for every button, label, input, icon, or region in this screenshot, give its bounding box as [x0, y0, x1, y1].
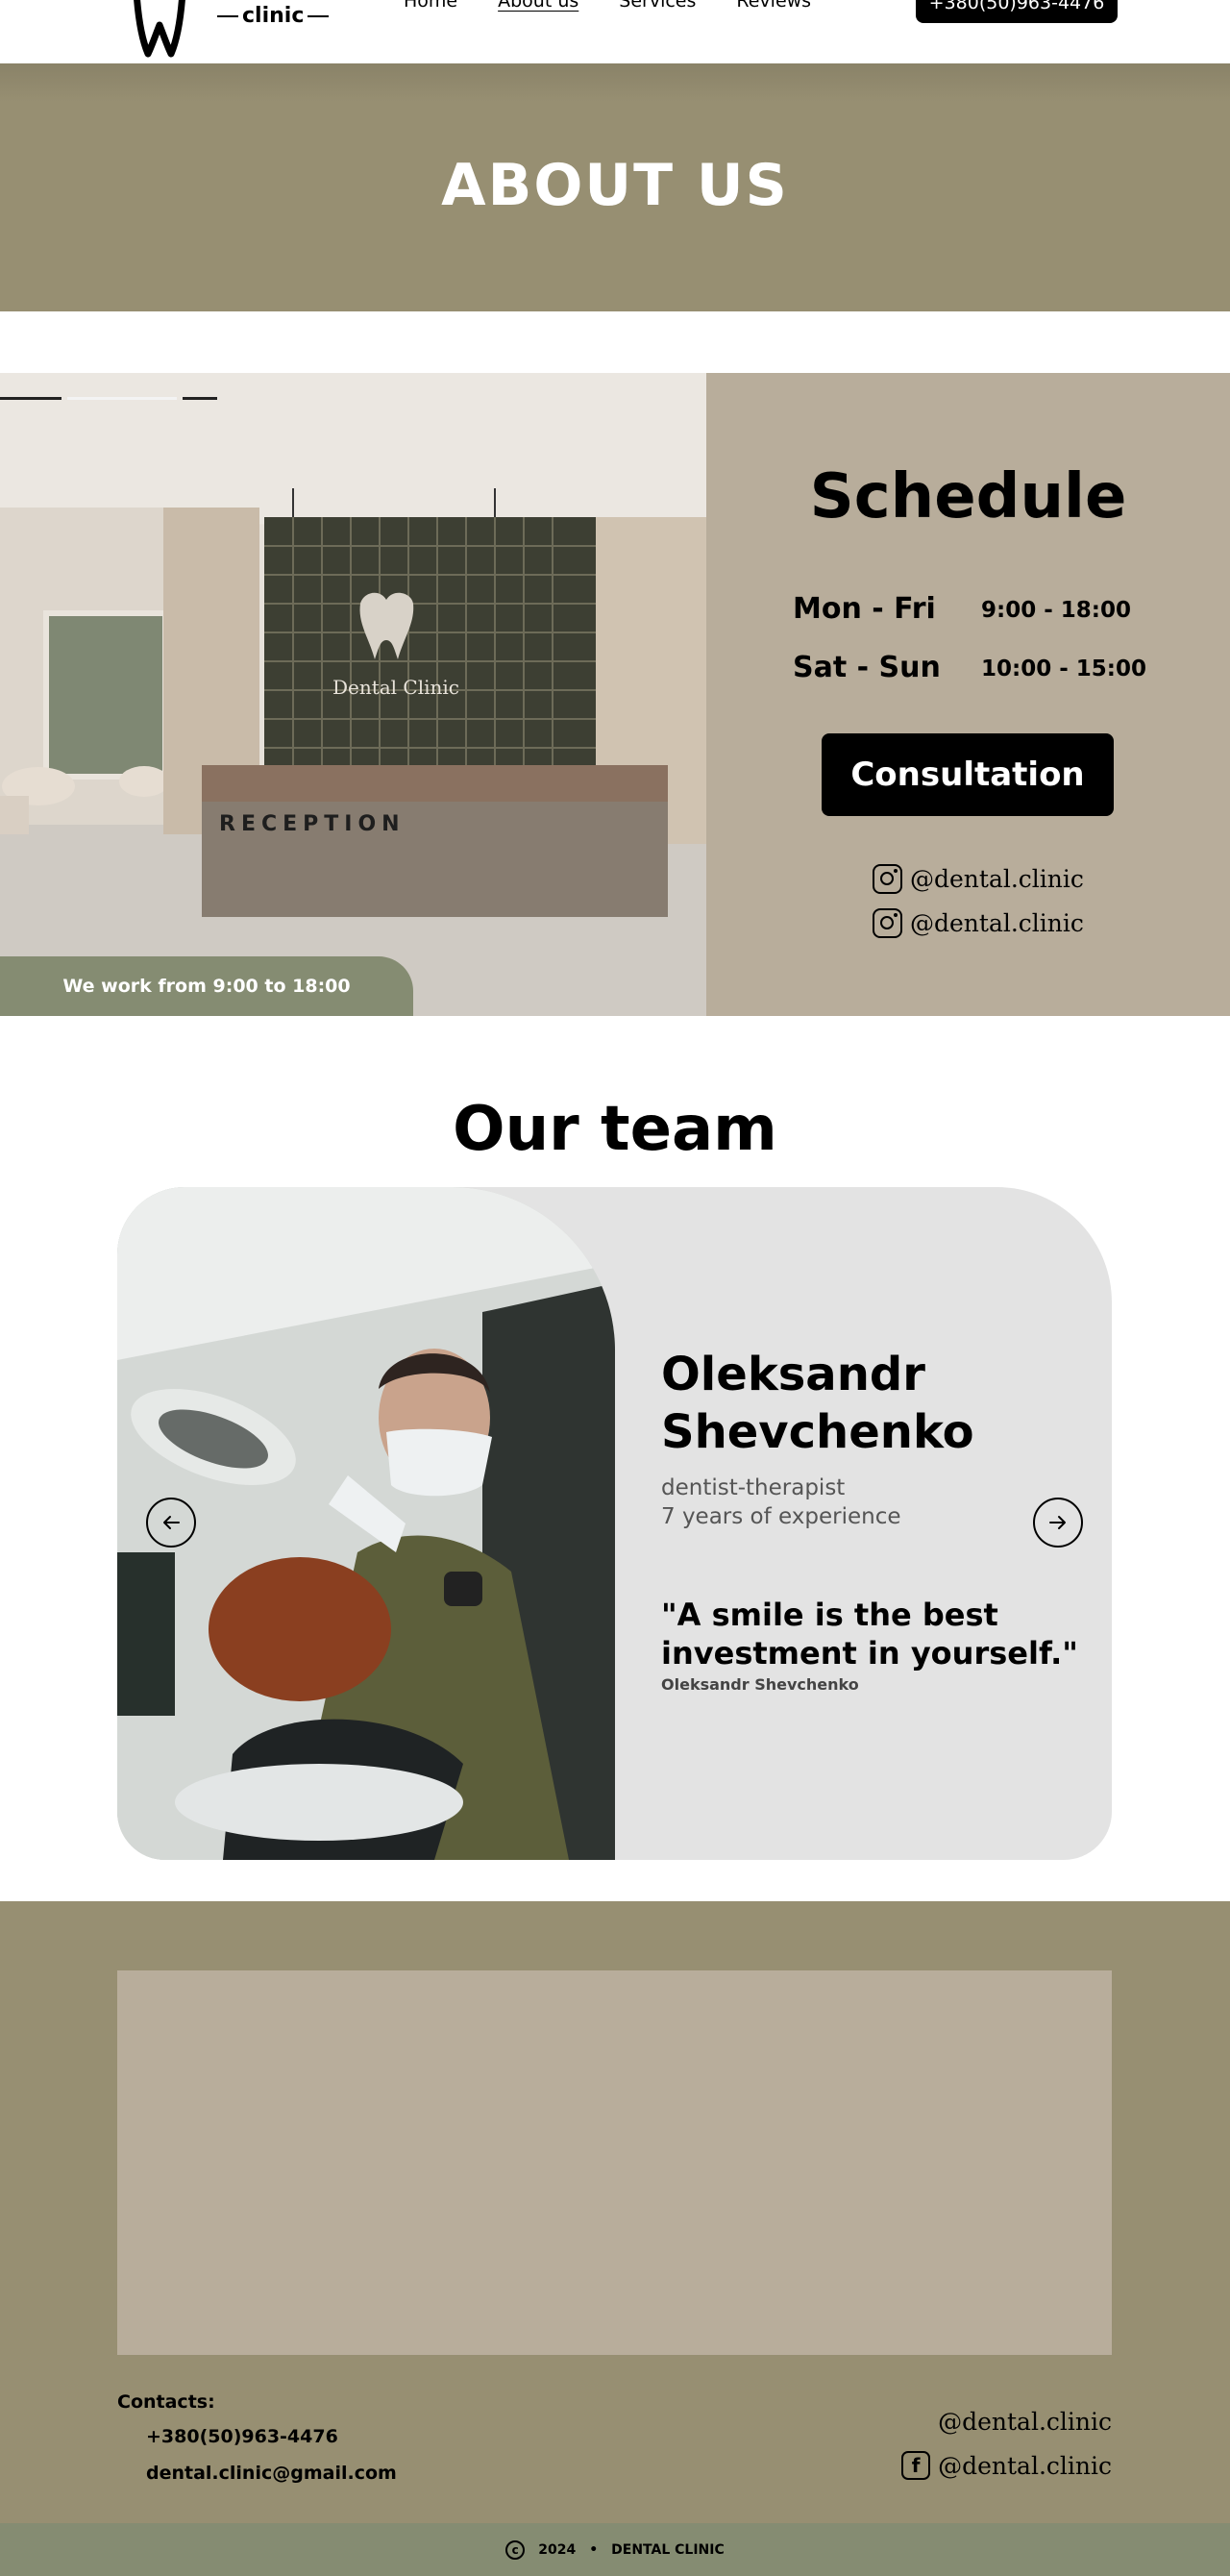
- instagram-icon: [873, 908, 902, 938]
- copyright-icon: c: [505, 2539, 526, 2560]
- instagram-handle: @dental.clinic: [910, 909, 1084, 937]
- instagram-link[interactable]: @dental.clinic: [873, 864, 1084, 894]
- copyright-year: 2024: [538, 2541, 577, 2558]
- doctor-role: dentist-therapist: [661, 1475, 846, 1500]
- schedule-row: Sat - Sun 10:00 - 15:00: [793, 651, 1177, 684]
- arrow-right-icon: [1049, 1516, 1066, 1529]
- reception-sign-text: Dental Clinic: [332, 676, 459, 699]
- instagram-handle: @dental.clinic: [910, 865, 1084, 893]
- contacts-title: Contacts:: [117, 2391, 215, 2413]
- site-footer: Contacts: +380(50)963-4476 dental.clinic…: [0, 1901, 1230, 2523]
- doctor-experience: 7 years of experience: [661, 1504, 901, 1529]
- footer-email[interactable]: dental.clinic@gmail.com: [146, 2463, 397, 2484]
- nav-reviews[interactable]: Reviews: [736, 0, 811, 12]
- slider-indicator[interactable]: [0, 397, 217, 400]
- schedule-row: Mon - Fri 9:00 - 18:00: [793, 592, 1177, 626]
- logo-text[interactable]: clinic: [217, 4, 330, 28]
- consultation-button[interactable]: Consultation: [822, 733, 1114, 816]
- doctor-name: Oleksandr Shevchenko: [661, 1348, 974, 1459]
- main-nav: Home About us Services Reviews: [404, 0, 811, 12]
- nav-services[interactable]: Services: [619, 0, 696, 12]
- doctor-details: dentist-therapist 7 years of experience: [661, 1474, 901, 1531]
- footer-brand: DENTAL CLINIC: [611, 2541, 725, 2558]
- schedule-section: Dental Clinic RECEPTION We work from 9:0…: [0, 373, 1230, 1016]
- footer-phone[interactable]: +380(50)963-4476: [146, 2426, 338, 2447]
- work-hours-badge: We work from 9:00 to 18:00: [0, 956, 413, 1016]
- footer-social-handle: @dental.clinic: [938, 2408, 1112, 2436]
- footer-social-link[interactable]: @dental.clinic: [938, 2408, 1112, 2436]
- facebook-handle: @dental.clinic: [938, 2451, 1112, 2480]
- team-title: Our team: [453, 1094, 777, 1165]
- quote-author: Oleksandr Shevchenko: [661, 1675, 859, 1694]
- schedule-day: Mon - Fri: [793, 592, 936, 626]
- next-member-button[interactable]: [1033, 1498, 1083, 1548]
- schedule-panel: Schedule Mon - Fri 9:00 - 18:00 Sat - Su…: [706, 373, 1230, 1016]
- reception-illustration: Dental Clinic RECEPTION: [0, 373, 706, 1016]
- site-header: clinic Home About us Services Reviews +3…: [0, 0, 1230, 63]
- schedule-time: 9:00 - 18:00: [981, 598, 1131, 623]
- tooth-logo-icon[interactable]: [125, 0, 202, 60]
- logo-label: clinic: [242, 4, 305, 28]
- schedule-day: Sat - Sun: [793, 651, 941, 684]
- page-hero: ABOUT US: [0, 63, 1230, 311]
- instagram-link[interactable]: @dental.clinic: [873, 908, 1084, 938]
- map-placeholder[interactable]: [117, 1970, 1112, 2355]
- reception-desk-text: RECEPTION: [219, 812, 406, 836]
- reception-photo: Dental Clinic RECEPTION We work from 9:0…: [0, 373, 706, 1016]
- team-member-card: Oleksandr Shevchenko dentist-therapist 7…: [117, 1187, 1112, 1860]
- arrow-left-icon: [163, 1516, 180, 1529]
- schedule-title: Schedule: [809, 461, 1127, 533]
- prev-member-button[interactable]: [146, 1498, 196, 1548]
- nav-about-us[interactable]: About us: [498, 0, 578, 12]
- facebook-icon: f: [901, 2451, 931, 2480]
- page-title: ABOUT US: [441, 152, 789, 219]
- phone-button[interactable]: +380(50)963-4476: [916, 0, 1118, 23]
- facebook-link[interactable]: f @dental.clinic: [901, 2451, 1112, 2480]
- hero-shadow: [0, 63, 1230, 102]
- copyright-bar: c 2024 • DENTAL CLINIC: [0, 2523, 1230, 2576]
- separator-dot: •: [589, 2541, 599, 2558]
- instagram-icon: [873, 864, 902, 894]
- nav-home[interactable]: Home: [404, 0, 457, 12]
- schedule-time: 10:00 - 15:00: [981, 656, 1146, 681]
- doctor-quote: "A smile is the best investment in yours…: [661, 1597, 1078, 1672]
